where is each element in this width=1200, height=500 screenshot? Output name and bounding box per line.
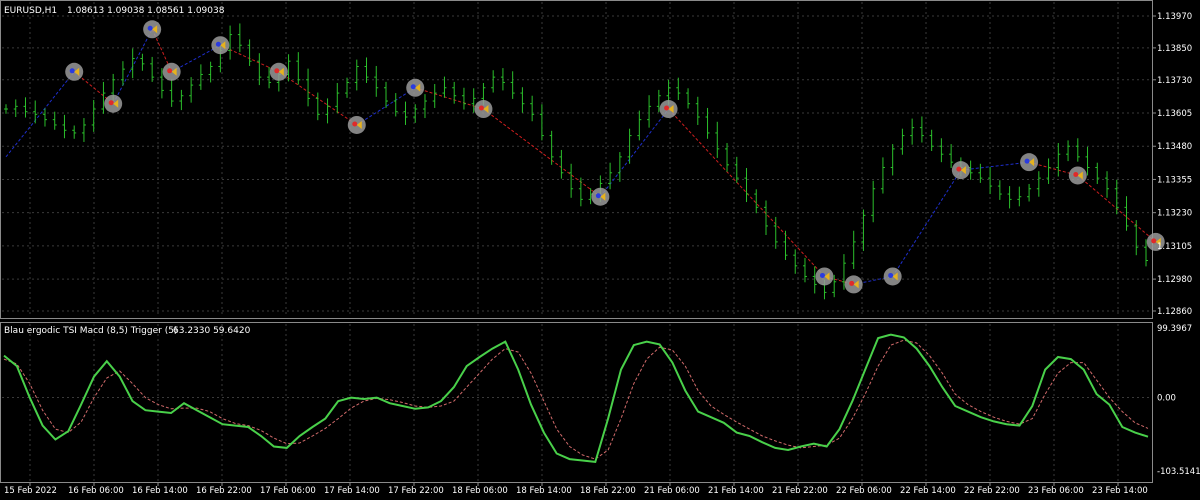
signal-dot <box>664 105 670 111</box>
time-tick-label: 17 Feb 14:00 <box>324 486 380 496</box>
zigzag-segment <box>892 169 962 277</box>
time-tick-label: 18 Feb 14:00 <box>516 486 572 496</box>
main-header-symbol: EURUSD,H1 <box>4 6 57 16</box>
time-tick-label: 22 Feb 22:00 <box>964 486 1020 496</box>
signal-dot <box>819 272 825 278</box>
indicator-header-name: Blau ergodic TSI Macd (8,5) Trigger (5) <box>4 326 177 336</box>
indicator-tick-label: -103.5141 <box>1157 467 1200 477</box>
price-axis: 1.13970 1.13850 1.13730 1.13605 1.13480 1.133… <box>1152 12 1192 317</box>
signal-dot <box>108 100 114 106</box>
signal-dot <box>410 84 416 90</box>
time-tick-label: 16 Feb 14:00 <box>132 486 188 496</box>
signal-dot <box>147 25 153 31</box>
price-grid <box>2 2 1150 317</box>
time-tick-label: 21 Feb 14:00 <box>708 486 764 496</box>
time-tick-label: 17 Feb 06:00 <box>260 486 316 496</box>
indicator-grid <box>2 324 1150 481</box>
time-tick-label: 23 Feb 14:00 <box>1092 486 1148 496</box>
time-tick-label: 21 Feb 06:00 <box>644 486 700 496</box>
price-tick-label: 1.13970 <box>1157 12 1192 22</box>
signal-dot <box>1151 238 1157 244</box>
price-tick-label: 1.13605 <box>1157 109 1192 119</box>
price-tick-label: 1.13730 <box>1157 76 1192 86</box>
time-tick-label: 18 Feb 06:00 <box>452 486 508 496</box>
signal-markers <box>65 20 1165 294</box>
price-tick-label: 1.13355 <box>1157 175 1192 185</box>
price-tick-label: 1.13230 <box>1157 209 1192 219</box>
signal-dot <box>956 166 962 172</box>
time-tick-label: 17 Feb 22:00 <box>388 486 444 496</box>
signal-dot <box>274 68 280 74</box>
signal-dot <box>167 68 173 74</box>
price-tick-label: 1.12860 <box>1157 307 1192 317</box>
time-tick-label: 22 Feb 14:00 <box>900 486 956 496</box>
time-tick-label: 23 Feb 06:00 <box>1028 486 1084 496</box>
main-header-ohlc: 1.08613 1.09038 1.08561 1.09038 <box>67 6 225 16</box>
indicator-header-values: 63.2330 59.6420 <box>173 326 251 336</box>
signal-dot <box>69 68 75 74</box>
signal-dot <box>478 105 484 111</box>
signal-dot <box>1073 171 1079 177</box>
time-tick-label: 21 Feb 22:00 <box>772 486 828 496</box>
price-tick-label: 1.12980 <box>1157 275 1192 285</box>
time-axis: 15 Feb 2022 16 Feb 06:00 16 Feb 14:00 16 Fe… <box>4 482 1148 496</box>
price-tick-label: 1.13480 <box>1157 142 1192 152</box>
time-tick-label: 18 Feb 22:00 <box>580 486 636 496</box>
price-tick-label: 1.13850 <box>1157 44 1192 54</box>
signal-dot <box>1024 158 1030 164</box>
price-tick-label: 1.13105 <box>1157 242 1192 252</box>
signal-dot <box>595 193 601 199</box>
chart-area: 1.13970 1.13850 1.13730 1.13605 1.13480 1.133… <box>0 0 1200 496</box>
indicator-axis: 99.3967 0.00 -103.5141 <box>1157 324 1200 477</box>
indicator-panel-frame <box>0 322 1153 483</box>
indicator-tick-label: 0.00 <box>1157 394 1176 404</box>
signal-dot <box>215 41 221 47</box>
time-tick-label: 22 Feb 06:00 <box>836 486 892 496</box>
time-tick-label: 16 Feb 22:00 <box>196 486 252 496</box>
time-tick-label: 15 Feb 2022 <box>4 486 57 496</box>
trigger-line <box>3 339 1149 460</box>
time-tick-label: 16 Feb 06:00 <box>68 486 124 496</box>
indicator-tick-label: 99.3967 <box>1157 324 1192 334</box>
tsi-line <box>3 333 1149 463</box>
signal-dot <box>888 272 894 278</box>
signal-dot <box>352 121 358 127</box>
signal-dot <box>849 280 855 286</box>
indicator-series <box>3 333 1149 463</box>
